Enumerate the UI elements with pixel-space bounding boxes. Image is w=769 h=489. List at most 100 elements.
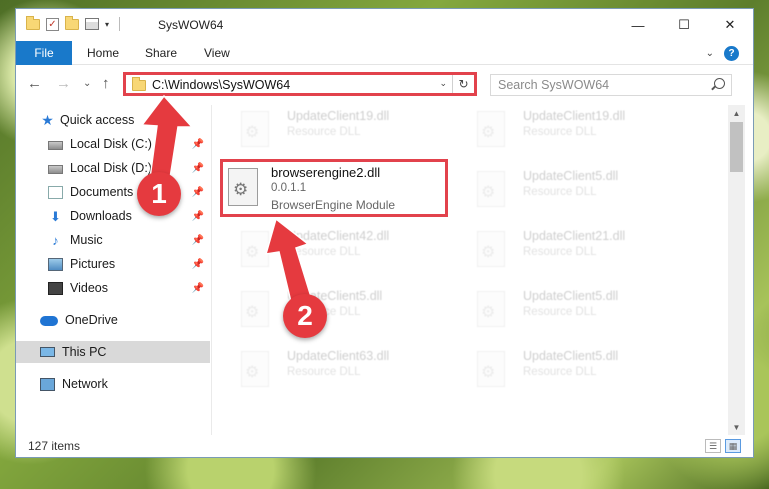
- dll-file-icon: [477, 351, 505, 387]
- sidebar-item-label: Quick access: [60, 113, 135, 127]
- dll-file-icon: [241, 351, 269, 387]
- folder-icon: [26, 15, 40, 30]
- sidebar-item-local-disk-c[interactable]: Local Disk (C:) 📌: [16, 133, 210, 155]
- sidebar-item-videos[interactable]: Videos 📌: [16, 277, 210, 299]
- tab-share[interactable]: Share: [145, 41, 177, 65]
- scroll-down-button[interactable]: ▼: [728, 419, 745, 435]
- documents-icon: [48, 185, 63, 199]
- file-name: UpdateClient19.dll: [287, 109, 390, 123]
- view-switcher: ☰ ▦: [705, 439, 741, 453]
- file-name: UpdateClient21.dll: [523, 229, 626, 243]
- file-item[interactable]: UpdateClient63.dll Resource DLL: [221, 345, 441, 397]
- forward-button[interactable]: →: [56, 75, 71, 92]
- vertical-scrollbar[interactable]: ▲ ▼: [728, 105, 745, 435]
- sidebar-item-local-disk-d[interactable]: Local Disk (D:) 📌: [16, 157, 210, 179]
- sidebar-item-network[interactable]: Network: [16, 373, 210, 395]
- sidebar-item-label: This PC: [62, 345, 107, 359]
- dll-file-icon: [477, 291, 505, 327]
- pin-icon[interactable]: 📌: [192, 139, 204, 150]
- music-icon: ♪: [52, 232, 59, 248]
- back-button[interactable]: ←: [27, 75, 42, 92]
- properties-icon[interactable]: [85, 18, 99, 30]
- tab-view[interactable]: View: [204, 41, 230, 65]
- expand-ribbon-chevron-icon[interactable]: ⌄: [706, 48, 714, 59]
- address-path[interactable]: C:\Windows\SysWOW64: [152, 78, 290, 92]
- search-input[interactable]: [491, 75, 691, 95]
- file-description: Resource DLL: [287, 126, 361, 138]
- scroll-up-button[interactable]: ▲: [728, 105, 745, 121]
- navigation-pane: ★ Quick access Local Disk (C:) 📌 Local D…: [16, 105, 212, 435]
- dll-file-icon: [477, 231, 505, 267]
- dll-file-icon: [241, 231, 269, 267]
- scrollbar-thumb[interactable]: [730, 122, 743, 172]
- sidebar-item-music[interactable]: ♪ Music 📌: [16, 229, 210, 251]
- file-description: Resource DLL: [523, 366, 597, 378]
- refresh-button[interactable]: ↻: [452, 75, 474, 93]
- disk-icon: [48, 164, 63, 174]
- pin-icon[interactable]: 📌: [192, 163, 204, 174]
- file-item[interactable]: UpdateClient5.dll Resource DLL: [457, 165, 677, 217]
- sidebar-item-quick-access[interactable]: ★ Quick access: [16, 109, 210, 131]
- pin-icon[interactable]: 📌: [192, 187, 204, 198]
- sidebar-item-this-pc[interactable]: This PC: [16, 341, 210, 363]
- sidebar-item-onedrive[interactable]: OneDrive: [16, 309, 210, 331]
- customize-toolbar-dropdown-icon[interactable]: ▾: [105, 20, 109, 29]
- file-name: UpdateClient63.dll: [287, 349, 390, 363]
- file-item[interactable]: UpdateClient19.dll Resource DLL: [457, 105, 677, 157]
- address-dropdown-icon[interactable]: ⌄: [439, 78, 447, 89]
- dll-file-icon: [241, 291, 269, 327]
- status-bar: 127 items ☰ ▦: [16, 437, 753, 457]
- sidebar-item-label: Pictures: [70, 257, 116, 271]
- star-icon: ★: [41, 111, 54, 128]
- pin-icon[interactable]: 📌: [192, 283, 204, 294]
- title-bar: ✓ ▾ SysWOW64 — ☐ ✕: [16, 9, 753, 41]
- network-icon: [40, 377, 55, 391]
- navigation-bar: ← → ⌄ ↑ C:\Windows\SysWOW64 ⌄ ↻: [16, 66, 753, 102]
- tiles-view-icon[interactable]: ▦: [725, 439, 741, 453]
- address-folder-icon: [132, 77, 146, 91]
- close-button[interactable]: ✕: [707, 9, 753, 41]
- toolbar-separator: [119, 17, 121, 31]
- file-item[interactable]: UpdateClient42.dll Resource DLL: [221, 225, 441, 277]
- file-item[interactable]: UpdateClient19.dll Resource DLL: [221, 105, 441, 157]
- search-icon[interactable]: [714, 78, 725, 89]
- file-description: Resource DLL: [523, 126, 597, 138]
- dll-file-icon: [477, 171, 505, 207]
- disk-icon: [48, 140, 63, 150]
- file-name: UpdateClient5.dll: [523, 349, 619, 363]
- sidebar-item-label: Videos: [70, 281, 108, 295]
- file-description: Resource DLL: [287, 366, 361, 378]
- recent-locations-button[interactable]: ⌄: [83, 78, 91, 89]
- file-list: UpdateClient19.dll Resource DLL UpdateCl…: [221, 105, 726, 435]
- new-folder-icon[interactable]: [65, 15, 79, 30]
- file-description: Resource DLL: [523, 306, 597, 318]
- pin-icon[interactable]: 📌: [192, 211, 204, 222]
- properties-check-icon[interactable]: ✓: [46, 17, 59, 31]
- address-bar[interactable]: C:\Windows\SysWOW64 ⌄ ↻: [123, 72, 477, 96]
- file-description: Resource DLL: [523, 186, 597, 198]
- sidebar-item-downloads[interactable]: ⬇ Downloads 📌: [16, 205, 210, 227]
- file-item[interactable]: UpdateClient5.dll Resource DLL: [457, 285, 677, 337]
- sidebar-item-label: Local Disk (D:): [70, 161, 152, 175]
- maximize-button[interactable]: ☐: [661, 9, 707, 41]
- file-item[interactable]: UpdateClient5.dll Resource DLL: [457, 345, 677, 397]
- tab-home[interactable]: Home: [87, 41, 119, 65]
- file-item[interactable]: UpdateClient5.dll Resource DLL: [221, 285, 441, 337]
- item-count: 127 items: [28, 439, 81, 453]
- highlighted-file-item[interactable]: browserengine2.dll 0.0.1.1 BrowserEngine…: [220, 159, 448, 217]
- window-controls: — ☐ ✕: [615, 9, 753, 41]
- window-title: SysWOW64: [158, 18, 224, 32]
- up-button[interactable]: ↑: [102, 75, 110, 92]
- search-box[interactable]: [490, 74, 732, 96]
- help-icon[interactable]: ?: [724, 46, 739, 61]
- step-marker-1: 1: [137, 172, 181, 216]
- tab-file[interactable]: File: [16, 41, 72, 65]
- file-item[interactable]: UpdateClient21.dll Resource DLL: [457, 225, 677, 277]
- computer-icon: [40, 347, 55, 357]
- file-version: 0.0.1.1: [271, 182, 307, 194]
- sidebar-item-pictures[interactable]: Pictures 📌: [16, 253, 210, 275]
- pin-icon[interactable]: 📌: [192, 259, 204, 270]
- pin-icon[interactable]: 📌: [192, 235, 204, 246]
- details-view-icon[interactable]: ☰: [705, 439, 721, 453]
- minimize-button[interactable]: —: [615, 9, 661, 41]
